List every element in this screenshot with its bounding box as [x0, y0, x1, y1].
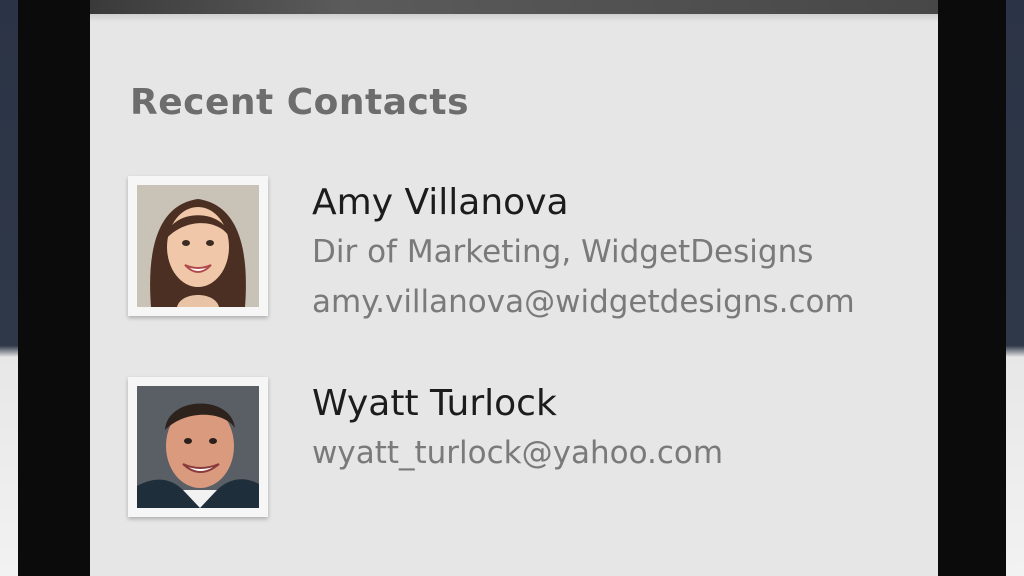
- avatar-frame: [128, 377, 268, 517]
- top-action-bar: [90, 0, 938, 14]
- phone-left-bezel: [18, 0, 90, 576]
- top-bar-shadow: [90, 14, 938, 22]
- recent-contacts-heading: Recent Contacts: [130, 82, 470, 123]
- contact-item-wyatt[interactable]: Wyatt Turlock wyatt_turlock@yahoo.com: [90, 373, 938, 533]
- avatar-photo-icon: [137, 185, 259, 307]
- contact-item-amy[interactable]: Amy Villanova Dir of Marketing, WidgetDe…: [90, 172, 938, 332]
- avatar: [137, 386, 259, 508]
- phone-right-bezel: [938, 0, 1006, 576]
- contact-title: Dir of Marketing, WidgetDesigns: [312, 234, 814, 270]
- contact-name: Wyatt Turlock: [312, 383, 557, 424]
- avatar: [137, 185, 259, 307]
- contact-name: Amy Villanova: [312, 182, 569, 223]
- phone-screen: Recent Contacts Amy Villanova Dir of Mar…: [90, 0, 938, 576]
- avatar-photo-icon: [137, 386, 259, 508]
- contact-email: amy.villanova@widgetdesigns.com: [312, 284, 855, 320]
- avatar-frame: [128, 176, 268, 316]
- contact-email: wyatt_turlock@yahoo.com: [312, 435, 724, 471]
